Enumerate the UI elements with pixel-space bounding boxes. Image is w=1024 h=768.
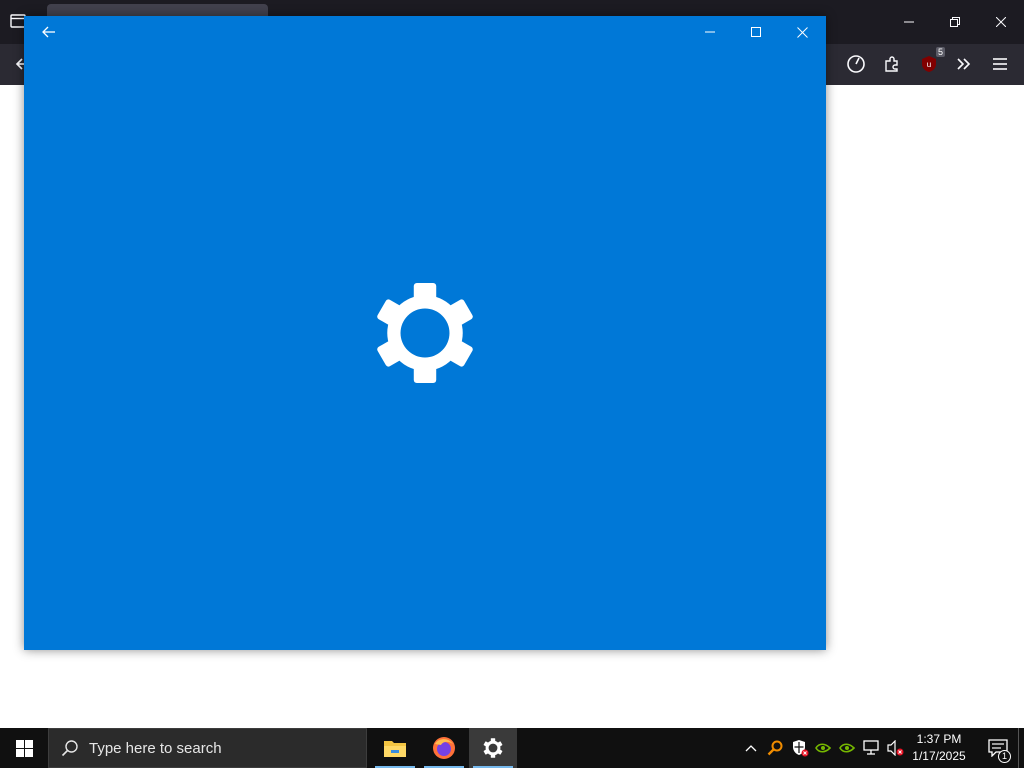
ublock-icon: u — [922, 56, 936, 72]
settings-gear-icon — [377, 283, 473, 383]
tray-nvidia[interactable] — [813, 738, 833, 758]
tray-volume[interactable] — [885, 738, 905, 758]
network-icon — [863, 740, 879, 755]
overflow-chevrons-icon — [957, 58, 971, 70]
tray-network[interactable] — [861, 738, 881, 758]
clock-date: 1/17/2025 — [912, 749, 966, 763]
tray-search-tool[interactable] — [765, 738, 785, 758]
show-desktop-button[interactable] — [1018, 728, 1024, 768]
security-shield-icon — [793, 740, 809, 757]
chevron-up-icon — [745, 745, 757, 752]
performance-button[interactable] — [842, 50, 870, 78]
settings-back-button[interactable] — [26, 16, 72, 48]
action-center-button[interactable]: 1 — [980, 728, 1016, 768]
ublock-button[interactable]: u 5 — [915, 47, 945, 78]
settings-minimize-button[interactable] — [687, 16, 733, 48]
back-arrow-icon — [42, 26, 55, 38]
ublock-badge: 5 — [935, 47, 945, 57]
minimize-icon — [705, 31, 715, 33]
maximize-icon — [751, 27, 761, 37]
search-icon — [61, 740, 78, 757]
nvidia-icon — [839, 743, 855, 753]
browser-minimize-button[interactable] — [886, 6, 932, 38]
clock-time: 1:37 PM — [916, 732, 962, 746]
svg-text:u: u — [927, 60, 931, 69]
performance-gauge-icon — [847, 55, 865, 73]
hamburger-menu-icon — [993, 58, 1007, 70]
restore-icon — [950, 17, 960, 27]
search-placeholder: Type here to search — [89, 739, 222, 757]
magnifier-icon — [767, 740, 783, 756]
settings-close-button[interactable] — [779, 16, 825, 48]
volume-muted-icon — [887, 740, 904, 756]
overflow-menu-button[interactable] — [950, 50, 978, 78]
notification-count-badge: 1 — [998, 750, 1011, 763]
taskbar-app-firefox[interactable] — [420, 728, 468, 768]
extensions-puzzle-icon — [885, 56, 898, 72]
start-button[interactable] — [0, 728, 48, 768]
windows-logo-icon — [15, 739, 33, 757]
taskbar-search-box[interactable]: Type here to search — [48, 728, 367, 768]
close-icon — [996, 17, 1006, 27]
tray-nvidia-2[interactable] — [837, 738, 857, 758]
settings-maximize-button[interactable] — [733, 16, 779, 48]
taskbar-app-file-explorer[interactable] — [371, 728, 419, 768]
nvidia-icon — [815, 743, 831, 753]
tray-security[interactable] — [790, 738, 810, 758]
settings-gear-icon — [483, 738, 503, 758]
file-explorer-icon — [384, 741, 406, 757]
show-hidden-icons-button[interactable] — [741, 738, 761, 758]
firefox-icon — [433, 737, 455, 759]
settings-window — [24, 16, 826, 650]
minimize-icon — [904, 21, 914, 23]
extensions-button[interactable] — [878, 50, 906, 78]
app-menu-button[interactable] — [986, 50, 1014, 78]
close-icon — [796, 26, 808, 38]
browser-close-button[interactable] — [978, 6, 1024, 38]
browser-restore-button[interactable] — [932, 6, 978, 38]
taskbar: Type here to search 1:37 PM 1/17/2025 1 — [0, 728, 1024, 768]
taskbar-clock[interactable]: 1:37 PM 1/17/2025 — [906, 731, 972, 767]
taskbar-app-settings[interactable] — [469, 728, 517, 768]
